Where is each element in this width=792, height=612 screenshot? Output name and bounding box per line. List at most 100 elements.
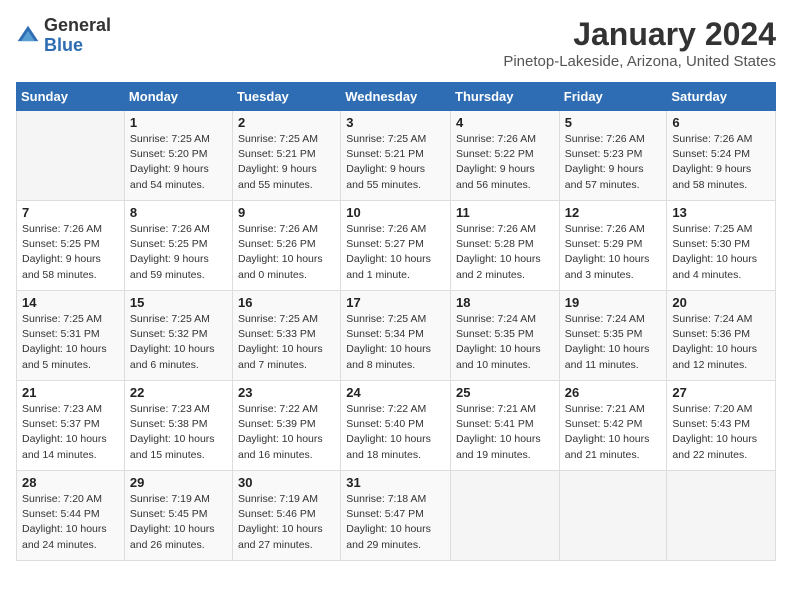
calendar-cell: 10 Sunrise: 7:26 AM Sunset: 5:27 PM Dayli… bbox=[341, 201, 451, 291]
day-number: 13 bbox=[672, 205, 770, 220]
header-wednesday: Wednesday bbox=[341, 83, 451, 111]
week-row-5: 28 Sunrise: 7:20 AM Sunset: 5:44 PM Dayli… bbox=[17, 471, 776, 561]
day-number: 19 bbox=[565, 295, 662, 310]
day-number: 14 bbox=[22, 295, 119, 310]
calendar-cell: 28 Sunrise: 7:20 AM Sunset: 5:44 PM Dayli… bbox=[17, 471, 125, 561]
day-number: 18 bbox=[456, 295, 554, 310]
calendar-cell: 4 Sunrise: 7:26 AM Sunset: 5:22 PM Daylig… bbox=[451, 111, 560, 201]
header-thursday: Thursday bbox=[451, 83, 560, 111]
day-info: Sunrise: 7:19 AM Sunset: 5:46 PM Dayligh… bbox=[238, 492, 335, 553]
day-info: Sunrise: 7:21 AM Sunset: 5:42 PM Dayligh… bbox=[565, 402, 662, 463]
calendar-cell: 30 Sunrise: 7:19 AM Sunset: 5:46 PM Dayli… bbox=[233, 471, 341, 561]
day-info: Sunrise: 7:25 AM Sunset: 5:32 PM Dayligh… bbox=[130, 312, 227, 373]
header-friday: Friday bbox=[559, 83, 667, 111]
day-info: Sunrise: 7:19 AM Sunset: 5:45 PM Dayligh… bbox=[130, 492, 227, 553]
calendar-table: SundayMondayTuesdayWednesdayThursdayFrid… bbox=[16, 82, 776, 561]
logo-general-text: General bbox=[44, 15, 111, 35]
day-info: Sunrise: 7:26 AM Sunset: 5:27 PM Dayligh… bbox=[346, 222, 445, 283]
day-info: Sunrise: 7:25 AM Sunset: 5:34 PM Dayligh… bbox=[346, 312, 445, 373]
day-number: 6 bbox=[672, 115, 770, 130]
day-info: Sunrise: 7:25 AM Sunset: 5:21 PM Dayligh… bbox=[346, 132, 445, 193]
day-number: 9 bbox=[238, 205, 335, 220]
day-number: 23 bbox=[238, 385, 335, 400]
day-info: Sunrise: 7:24 AM Sunset: 5:35 PM Dayligh… bbox=[565, 312, 662, 373]
calendar-cell: 22Sunrise: 7:23 AM Sunset: 5:38 PM Dayli… bbox=[124, 381, 232, 471]
week-row-2: 7 Sunrise: 7:26 AM Sunset: 5:25 PM Daylig… bbox=[17, 201, 776, 291]
location: Pinetop-Lakeside, Arizona, United States bbox=[503, 53, 776, 70]
day-number: 29 bbox=[130, 475, 227, 490]
day-info: Sunrise: 7:22 AM Sunset: 5:40 PM Dayligh… bbox=[346, 402, 445, 463]
day-info: Sunrise: 7:26 AM Sunset: 5:22 PM Dayligh… bbox=[456, 132, 554, 193]
calendar-cell: 19 Sunrise: 7:24 AM Sunset: 5:35 PM Dayli… bbox=[559, 291, 667, 381]
month-title: January 2024 bbox=[503, 16, 776, 53]
day-info: Sunrise: 7:22 AM Sunset: 5:39 PM Dayligh… bbox=[238, 402, 335, 463]
calendar-cell: 12 Sunrise: 7:26 AM Sunset: 5:29 PM Dayli… bbox=[559, 201, 667, 291]
week-row-4: 21 Sunrise: 7:23 AM Sunset: 5:37 PM Dayli… bbox=[17, 381, 776, 471]
day-info: Sunrise: 7:26 AM Sunset: 5:29 PM Dayligh… bbox=[565, 222, 662, 283]
calendar-cell: 29 Sunrise: 7:19 AM Sunset: 5:45 PM Dayli… bbox=[124, 471, 232, 561]
day-info: Sunrise: 7:21 AM Sunset: 5:41 PM Dayligh… bbox=[456, 402, 554, 463]
day-info: Sunrise: 7:18 AM Sunset: 5:47 PM Dayligh… bbox=[346, 492, 445, 553]
day-number: 4 bbox=[456, 115, 554, 130]
calendar-cell: 3 Sunrise: 7:25 AM Sunset: 5:21 PM Daylig… bbox=[341, 111, 451, 201]
day-number: 20 bbox=[672, 295, 770, 310]
day-number: 21 bbox=[22, 385, 119, 400]
calendar-cell bbox=[667, 471, 776, 561]
day-info: Sunrise: 7:25 AM Sunset: 5:21 PM Dayligh… bbox=[238, 132, 335, 193]
day-number: 12 bbox=[565, 205, 662, 220]
calendar-cell: 2Sunrise: 7:25 AM Sunset: 5:21 PM Daylig… bbox=[233, 111, 341, 201]
header-tuesday: Tuesday bbox=[233, 83, 341, 111]
calendar-cell: 31 Sunrise: 7:18 AM Sunset: 5:47 PM Dayli… bbox=[341, 471, 451, 561]
logo-icon bbox=[16, 24, 40, 48]
day-number: 10 bbox=[346, 205, 445, 220]
day-number: 11 bbox=[456, 205, 554, 220]
header-saturday: Saturday bbox=[667, 83, 776, 111]
header: General Blue January 2024 Pinetop-Lakesi… bbox=[16, 16, 776, 70]
title-area: January 2024 Pinetop-Lakeside, Arizona, … bbox=[503, 16, 776, 70]
week-row-3: 14Sunrise: 7:25 AM Sunset: 5:31 PM Dayli… bbox=[17, 291, 776, 381]
calendar-cell: 27 Sunrise: 7:20 AM Sunset: 5:43 PM Dayli… bbox=[667, 381, 776, 471]
day-info: Sunrise: 7:20 AM Sunset: 5:44 PM Dayligh… bbox=[22, 492, 119, 553]
day-info: Sunrise: 7:26 AM Sunset: 5:25 PM Dayligh… bbox=[130, 222, 227, 283]
day-info: Sunrise: 7:26 AM Sunset: 5:25 PM Dayligh… bbox=[22, 222, 119, 283]
calendar-cell: 1 Sunrise: 7:25 AM Sunset: 5:20 PM Daylig… bbox=[124, 111, 232, 201]
calendar-cell: 8 Sunrise: 7:26 AM Sunset: 5:25 PM Daylig… bbox=[124, 201, 232, 291]
day-info: Sunrise: 7:26 AM Sunset: 5:23 PM Dayligh… bbox=[565, 132, 662, 193]
calendar-cell: 9 Sunrise: 7:26 AM Sunset: 5:26 PM Daylig… bbox=[233, 201, 341, 291]
logo: General Blue bbox=[16, 16, 111, 56]
day-number: 24 bbox=[346, 385, 445, 400]
day-number: 28 bbox=[22, 475, 119, 490]
day-number: 7 bbox=[22, 205, 119, 220]
day-number: 30 bbox=[238, 475, 335, 490]
calendar-cell: 20 Sunrise: 7:24 AM Sunset: 5:36 PM Dayli… bbox=[667, 291, 776, 381]
calendar-cell: 5 Sunrise: 7:26 AM Sunset: 5:23 PM Daylig… bbox=[559, 111, 667, 201]
day-info: Sunrise: 7:25 AM Sunset: 5:20 PM Dayligh… bbox=[130, 132, 227, 193]
day-number: 25 bbox=[456, 385, 554, 400]
day-number: 31 bbox=[346, 475, 445, 490]
calendar-cell bbox=[451, 471, 560, 561]
day-number: 17 bbox=[346, 295, 445, 310]
calendar-cell: 23 Sunrise: 7:22 AM Sunset: 5:39 PM Dayli… bbox=[233, 381, 341, 471]
day-number: 5 bbox=[565, 115, 662, 130]
day-info: Sunrise: 7:26 AM Sunset: 5:28 PM Dayligh… bbox=[456, 222, 554, 283]
header-row: SundayMondayTuesdayWednesdayThursdayFrid… bbox=[17, 83, 776, 111]
calendar-cell: 26 Sunrise: 7:21 AM Sunset: 5:42 PM Dayli… bbox=[559, 381, 667, 471]
day-number: 26 bbox=[565, 385, 662, 400]
calendar-cell: 15Sunrise: 7:25 AM Sunset: 5:32 PM Dayli… bbox=[124, 291, 232, 381]
day-info: Sunrise: 7:26 AM Sunset: 5:26 PM Dayligh… bbox=[238, 222, 335, 283]
calendar-cell: 11 Sunrise: 7:26 AM Sunset: 5:28 PM Dayli… bbox=[451, 201, 560, 291]
day-number: 3 bbox=[346, 115, 445, 130]
calendar-cell: 21 Sunrise: 7:23 AM Sunset: 5:37 PM Dayli… bbox=[17, 381, 125, 471]
calendar-cell: 14Sunrise: 7:25 AM Sunset: 5:31 PM Dayli… bbox=[17, 291, 125, 381]
day-info: Sunrise: 7:25 AM Sunset: 5:30 PM Dayligh… bbox=[672, 222, 770, 283]
day-number: 27 bbox=[672, 385, 770, 400]
day-info: Sunrise: 7:23 AM Sunset: 5:37 PM Dayligh… bbox=[22, 402, 119, 463]
day-info: Sunrise: 7:23 AM Sunset: 5:38 PM Dayligh… bbox=[130, 402, 227, 463]
calendar-cell: 25 Sunrise: 7:21 AM Sunset: 5:41 PM Dayli… bbox=[451, 381, 560, 471]
day-info: Sunrise: 7:20 AM Sunset: 5:43 PM Dayligh… bbox=[672, 402, 770, 463]
day-number: 8 bbox=[130, 205, 227, 220]
calendar-cell: 17 Sunrise: 7:25 AM Sunset: 5:34 PM Dayli… bbox=[341, 291, 451, 381]
calendar-cell: 7 Sunrise: 7:26 AM Sunset: 5:25 PM Daylig… bbox=[17, 201, 125, 291]
day-info: Sunrise: 7:24 AM Sunset: 5:36 PM Dayligh… bbox=[672, 312, 770, 373]
day-number: 1 bbox=[130, 115, 227, 130]
